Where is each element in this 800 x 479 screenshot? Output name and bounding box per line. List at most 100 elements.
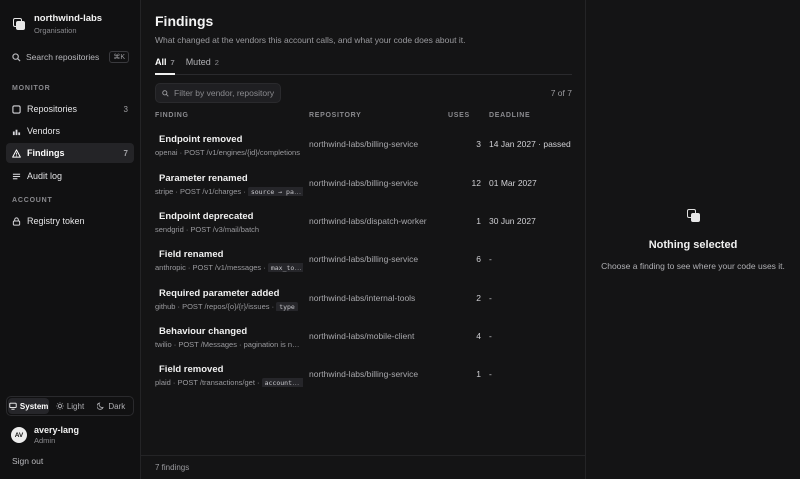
finding-repository: northwind-labs/billing-service (309, 178, 419, 188)
finding-meta: stripe · POST /v1/charges · source → pay… (155, 187, 303, 196)
sidebar-item-findings[interactable]: Findings 7 (6, 143, 134, 163)
finding-title: Parameter renamed (159, 173, 248, 184)
sidebar-item-registry-token[interactable]: Registry token (6, 211, 134, 231)
tab-bar: All 7 Muted 2 (155, 55, 572, 75)
finding-code: account_owner (261, 378, 303, 387)
table-row[interactable]: Endpoint deprecated sendgrid · POST /v3/… (149, 201, 586, 239)
table-row[interactable]: Endpoint removed openai · POST /v1/engin… (149, 124, 586, 162)
finding-meta: github · POST /repos/{o}/{r}/issues · ty… (155, 302, 303, 311)
search-icon (12, 52, 21, 62)
finding-repository: northwind-labs/billing-service (309, 139, 419, 149)
tab-all[interactable]: All 7 (155, 55, 175, 75)
finding-title: Endpoint deprecated (159, 211, 254, 222)
square-icon (12, 104, 21, 114)
finding-endpoint: openai · POST /v1/engines/{id}/completio… (155, 148, 300, 157)
bar-chart-icon (12, 129, 21, 135)
section-label-monitor: MONITOR (12, 85, 51, 92)
table-row[interactable]: Parameter renamed stripe · POST /v1/char… (149, 163, 586, 201)
column-header-uses[interactable]: USES (448, 112, 470, 119)
search-icon (162, 89, 169, 97)
finding-repository: northwind-labs/billing-service (309, 254, 419, 264)
sidebar-item-audit-log[interactable]: Audit log (6, 166, 134, 186)
finding-uses: 4 (476, 331, 481, 341)
theme-option-light[interactable]: Light (49, 398, 90, 414)
shortcut-badge: ⌘K (109, 51, 129, 63)
finding-uses: 3 (476, 139, 481, 149)
finding-code: source → payment_method (247, 187, 303, 196)
lines-icon (12, 173, 21, 179)
sidebar-item-label: Vendors (27, 126, 61, 136)
sidebar-item-label: Findings (27, 148, 65, 158)
table-row[interactable]: Field renamed anthropic · POST /v1/messa… (149, 239, 586, 277)
theme-option-label: System (19, 401, 49, 411)
column-header-repository[interactable]: REPOSITORY (309, 112, 362, 119)
finding-title: Behaviour changed (159, 326, 248, 337)
org-name: northwind-labs (34, 13, 103, 24)
warning-triangle-icon (12, 148, 21, 158)
table-row[interactable]: Field removed plaid · POST /transactions… (149, 354, 586, 392)
tab-count: 2 (214, 58, 219, 67)
table-row[interactable]: Behaviour changed twilio · POST /Message… (149, 316, 586, 354)
stacked-squares-icon (687, 209, 701, 223)
list-footer: 7 findings (141, 455, 586, 479)
lock-icon (12, 216, 21, 226)
sidebar-item-vendors[interactable]: Vendors (6, 121, 134, 141)
sidebar-item-label: Registry token (27, 216, 85, 226)
sidebar-item-repositories[interactable]: Repositories 3 (6, 99, 134, 119)
finding-code: type (276, 302, 298, 311)
tab-muted[interactable]: Muted 2 (186, 55, 219, 75)
theme-option-dark[interactable]: Dark (91, 398, 132, 414)
sign-out-link[interactable]: Sign out (12, 456, 43, 466)
empty-state-title: Nothing selected (648, 239, 738, 251)
detail-panel: Nothing selected Choose a finding to see… (586, 0, 800, 479)
search-label: Search repositories (26, 52, 100, 62)
user-role: Admin (34, 436, 56, 445)
sun-icon (56, 402, 64, 410)
empty-state-subtitle: Choose a finding to see where your code … (601, 261, 785, 271)
finding-title: Required parameter added (159, 288, 280, 299)
finding-uses: 12 (471, 178, 481, 188)
org-type: Organisation (34, 26, 77, 35)
finding-title: Field removed (159, 364, 224, 375)
finding-repository: northwind-labs/internal-tools (309, 293, 416, 303)
finding-meta: openai · POST /v1/engines/{id}/completio… (155, 148, 303, 157)
moon-icon (97, 402, 105, 410)
tab-label: All (155, 57, 167, 67)
nav-count: 3 (123, 104, 128, 114)
finding-repository: northwind-labs/mobile-client (309, 331, 415, 341)
finding-deadline: - (489, 331, 492, 341)
finding-code: max_tokens_to_sample (267, 263, 303, 272)
table-row[interactable]: Required parameter added github · POST /… (149, 278, 586, 316)
finding-uses: 1 (476, 216, 481, 226)
monitor-icon (9, 402, 17, 410)
user-name: avery-lang (34, 425, 80, 435)
sidebar-item-label: Repositories (27, 104, 78, 114)
section-label-account: ACCOUNT (12, 197, 53, 204)
column-header-deadline[interactable]: DEADLINE (489, 112, 530, 119)
filter-input[interactable] (174, 88, 274, 98)
filter-field[interactable] (155, 83, 281, 103)
finding-endpoint: twilio · POST /Messages · pagination is … (155, 340, 303, 349)
column-header-finding[interactable]: FINDING (155, 112, 189, 119)
finding-deadline: - (489, 369, 492, 379)
result-count: 7 of 7 (550, 88, 572, 98)
theme-option-label: Dark (108, 401, 126, 411)
finding-endpoint: anthropic · POST /v1/messages · (155, 263, 266, 272)
theme-option-system[interactable]: System (8, 398, 50, 414)
finding-deadline: 30 Jun 2027 (489, 216, 536, 226)
finding-endpoint: plaid · POST /transactions/get · (155, 378, 260, 387)
search-repositories-button[interactable]: Search repositories ⌘K (12, 50, 129, 64)
org-switcher[interactable]: northwind-labs Organisation (12, 13, 102, 35)
finding-endpoint: github · POST /repos/{o}/{r}/issues · (155, 302, 275, 311)
finding-repository: northwind-labs/dispatch-worker (309, 216, 427, 226)
user-profile[interactable]: AV avery-lang Admin (11, 425, 79, 445)
finding-repository: northwind-labs/billing-service (309, 369, 419, 379)
finding-endpoint: stripe · POST /v1/charges · (155, 187, 246, 196)
theme-switcher: System Light Dark (6, 396, 134, 416)
page-subtitle: What changed at the vendors this account… (155, 35, 466, 45)
finding-meta: anthropic · POST /v1/messages · max_toke… (155, 263, 303, 272)
finding-deadline: - (489, 293, 492, 303)
sidebar-item-label: Audit log (27, 171, 63, 181)
avatar: AV (11, 427, 27, 443)
finding-title: Field renamed (159, 249, 224, 260)
